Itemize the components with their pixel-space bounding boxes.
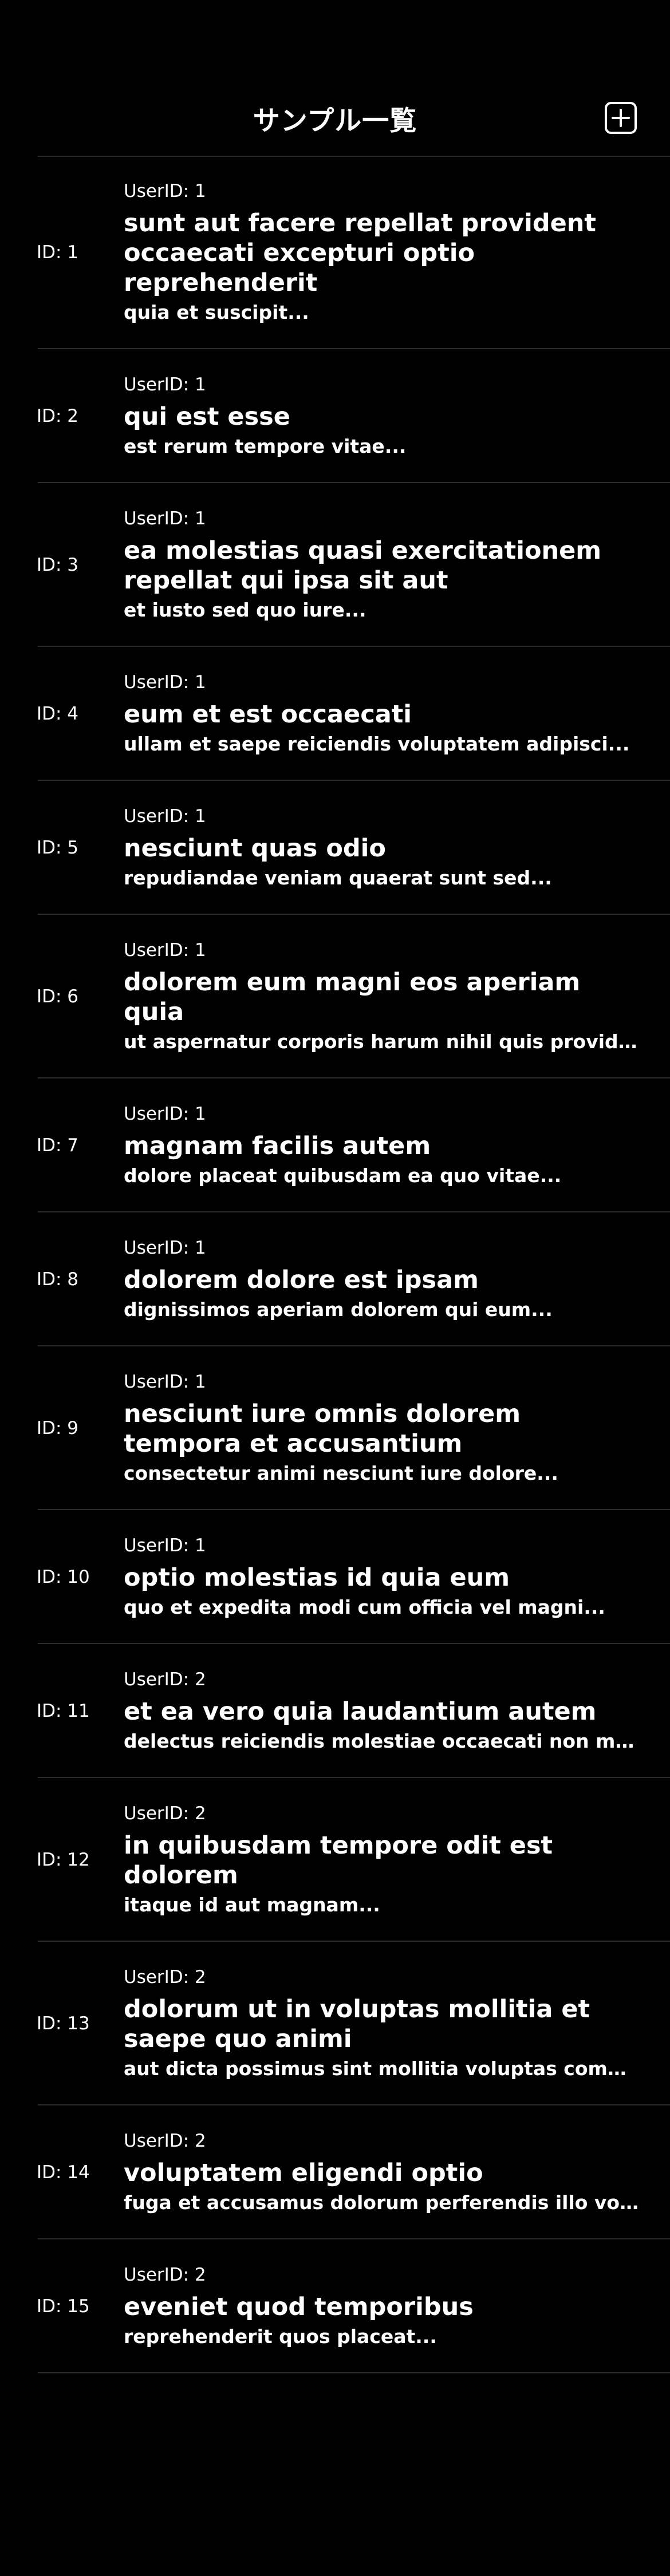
post-content: UserID: 1 nesciunt iure omnis dolorem tem… bbox=[124, 1370, 640, 1486]
post-body-preview: dolore placeat quibusdam ea quo vitae... bbox=[124, 1164, 562, 1187]
post-id-label: ID: 15 bbox=[37, 2296, 90, 2317]
post-body-preview: delectus reiciendis molestiae occaecati … bbox=[124, 1730, 640, 1752]
post-content: UserID: 1 sunt aut facere repellat provid… bbox=[124, 180, 640, 325]
post-user-id: UserID: 2 bbox=[124, 2265, 206, 2285]
post-content: UserID: 2 eveniet quod temporibus reprehen… bbox=[124, 2263, 640, 2349]
post-body-preview: consectetur animi nesciunt iure dolore..… bbox=[124, 1462, 558, 1484]
navigation-bar: サンプル一覧 bbox=[0, 86, 670, 155]
post-user-id: UserID: 1 bbox=[124, 181, 206, 202]
row-divider bbox=[38, 2372, 670, 2373]
post-id-label: ID: 1 bbox=[37, 242, 79, 263]
post-title: ea molestias quasi exercitationem repell… bbox=[124, 536, 602, 595]
post-content: UserID: 1 magnam facilis autem dolore plac… bbox=[124, 1103, 640, 1188]
post-user-id: UserID: 2 bbox=[124, 1803, 206, 1824]
post-id-label: ID: 14 bbox=[37, 2162, 90, 2183]
list-item[interactable]: ID: 5 UserID: 1 nesciunt quas odio repudian… bbox=[0, 781, 670, 915]
post-body-preview: et iusto sed quo iure... bbox=[124, 599, 366, 621]
post-body-preview: fuga et accusamus dolorum perferendis il… bbox=[124, 2191, 640, 2214]
post-user-id: UserID: 2 bbox=[124, 1967, 206, 1988]
post-body-preview: aut dicta possimus sint mollitia volupta… bbox=[124, 2057, 640, 2080]
plus-square-icon bbox=[605, 102, 637, 134]
list-item[interactable]: ID: 9 UserID: 1 nesciunt iure omnis dolore… bbox=[0, 1346, 670, 1510]
list-item[interactable]: ID: 6 UserID: 1 dolorem eum magni eos aper… bbox=[0, 915, 670, 1078]
post-list: ID: 1 UserID: 1 sunt aut facere repellat p… bbox=[0, 156, 670, 2373]
list-item[interactable]: ID: 10 UserID: 1 optio molestias id quia e… bbox=[0, 1510, 670, 1644]
list-item[interactable]: ID: 14 UserID: 2 voluptatem eligendi optio… bbox=[0, 2105, 670, 2239]
post-title: dolorem dolore est ipsam bbox=[124, 1266, 479, 1294]
post-title: optio molestias id quia eum bbox=[124, 1563, 510, 1592]
post-body-preview: itaque id aut magnam... bbox=[124, 1894, 380, 1916]
post-content: UserID: 2 voluptatem eligendi optio fuga e… bbox=[124, 2129, 640, 2215]
post-user-id: UserID: 1 bbox=[124, 940, 206, 961]
app-screen: サンプル一覧 ID: 1 UserID: 1 sunt aut facere rep… bbox=[0, 0, 670, 2576]
post-title: nesciunt iure omnis dolorem tempora et a… bbox=[124, 1400, 521, 1458]
post-body-preview: dignissimos aperiam dolorem qui eum... bbox=[124, 1298, 553, 1321]
post-user-id: UserID: 1 bbox=[124, 1372, 206, 1392]
post-content: UserID: 1 eum et est occaecati ullam et sa… bbox=[124, 671, 640, 757]
post-user-id: UserID: 1 bbox=[124, 806, 206, 827]
post-id-label: ID: 3 bbox=[37, 555, 79, 575]
post-title: eum et est occaecati bbox=[124, 700, 412, 729]
post-content: UserID: 1 dolorem eum magni eos aperiam q… bbox=[124, 939, 640, 1054]
post-user-id: UserID: 1 bbox=[124, 374, 206, 395]
post-user-id: UserID: 1 bbox=[124, 1535, 206, 1556]
list-item[interactable]: ID: 12 UserID: 2 in quibusdam tempore odit… bbox=[0, 1778, 670, 1942]
post-content: UserID: 1 dolorem dolore est ipsam digniss… bbox=[124, 1236, 640, 1322]
post-title: voluptatem eligendi optio bbox=[124, 2159, 483, 2187]
post-content: UserID: 2 dolorum ut in voluptas mollitia… bbox=[124, 1966, 640, 2081]
post-user-id: UserID: 1 bbox=[124, 1238, 206, 1258]
post-id-label: ID: 6 bbox=[37, 986, 79, 1007]
post-title: magnam facilis autem bbox=[124, 1132, 431, 1160]
post-id-label: ID: 12 bbox=[37, 1850, 90, 1870]
list-item[interactable]: ID: 13 UserID: 2 dolorum ut in voluptas mo… bbox=[0, 1942, 670, 2105]
post-id-label: ID: 9 bbox=[37, 1418, 79, 1439]
post-title: nesciunt quas odio bbox=[124, 834, 386, 863]
post-content: UserID: 1 optio molestias id quia eum quo … bbox=[124, 1534, 640, 1620]
post-body-preview: reprehenderit quos placeat... bbox=[124, 2325, 437, 2348]
post-content: UserID: 1 nesciunt quas odio repudiandae v… bbox=[124, 805, 640, 891]
list-item[interactable]: ID: 2 UserID: 1 qui est esse est rerum temp… bbox=[0, 349, 670, 483]
page-title: サンプル一覧 bbox=[253, 105, 417, 137]
post-title: qui est esse bbox=[124, 402, 290, 431]
list-item[interactable]: ID: 8 UserID: 1 dolorem dolore est ipsam di… bbox=[0, 1212, 670, 1346]
post-user-id: UserID: 2 bbox=[124, 1669, 206, 1690]
list-item[interactable]: ID: 11 UserID: 2 et ea vero quia laudantiu… bbox=[0, 1644, 670, 1778]
post-id-label: ID: 2 bbox=[37, 406, 79, 426]
post-content: UserID: 1 ea molestias quasi exercitation… bbox=[124, 507, 640, 623]
post-id-label: ID: 7 bbox=[37, 1135, 79, 1156]
list-item[interactable]: ID: 15 UserID: 2 eveniet quod temporibus re… bbox=[0, 2239, 670, 2373]
post-id-label: ID: 5 bbox=[37, 837, 79, 858]
post-body-preview: quo et expedita modi cum officia vel mag… bbox=[124, 1596, 605, 1618]
post-title: eveniet quod temporibus bbox=[124, 2293, 474, 2321]
post-body-preview: est rerum tempore vitae... bbox=[124, 435, 407, 457]
post-title: et ea vero quia laudantium autem bbox=[124, 1697, 597, 1726]
post-id-label: ID: 10 bbox=[37, 1567, 90, 1587]
post-body-preview: ullam et saepe reiciendis voluptatem adi… bbox=[124, 733, 630, 755]
post-body-preview: quia et suscipit... bbox=[124, 301, 309, 323]
post-title: sunt aut facere repellat provident occae… bbox=[124, 209, 596, 297]
post-user-id: UserID: 1 bbox=[124, 508, 206, 529]
post-title: dolorem eum magni eos aperiam quia bbox=[124, 968, 581, 1026]
post-body-preview: ut aspernatur corporis harum nihil quis … bbox=[124, 1030, 640, 1053]
post-body-preview: repudiandae veniam quaerat sunt sed... bbox=[124, 867, 552, 889]
post-user-id: UserID: 1 bbox=[124, 1104, 206, 1124]
post-id-label: ID: 13 bbox=[37, 2013, 90, 2034]
list-item[interactable]: ID: 1 UserID: 1 sunt aut facere repellat p… bbox=[0, 156, 670, 349]
list-item[interactable]: ID: 3 UserID: 1 ea molestias quasi exercit… bbox=[0, 483, 670, 647]
post-id-label: ID: 11 bbox=[37, 1701, 90, 1721]
post-user-id: UserID: 2 bbox=[124, 2131, 206, 2151]
post-id-label: ID: 4 bbox=[37, 704, 79, 724]
post-user-id: UserID: 1 bbox=[124, 672, 206, 693]
list-item[interactable]: ID: 4 UserID: 1 eum et est occaecati ullam … bbox=[0, 647, 670, 781]
post-content: UserID: 2 et ea vero quia laudantium aute… bbox=[124, 1668, 640, 1754]
post-content: UserID: 1 qui est esse est rerum tempore v… bbox=[124, 373, 640, 459]
list-item[interactable]: ID: 7 UserID: 1 magnam facilis autem dolore… bbox=[0, 1078, 670, 1212]
post-title: dolorum ut in voluptas mollitia et saepe… bbox=[124, 1995, 590, 2053]
post-id-label: ID: 8 bbox=[37, 1269, 79, 1290]
post-content: UserID: 2 in quibusdam tempore odit est d… bbox=[124, 1802, 640, 1918]
add-button[interactable] bbox=[604, 101, 638, 135]
post-title: in quibusdam tempore odit est dolorem bbox=[124, 1831, 553, 1890]
